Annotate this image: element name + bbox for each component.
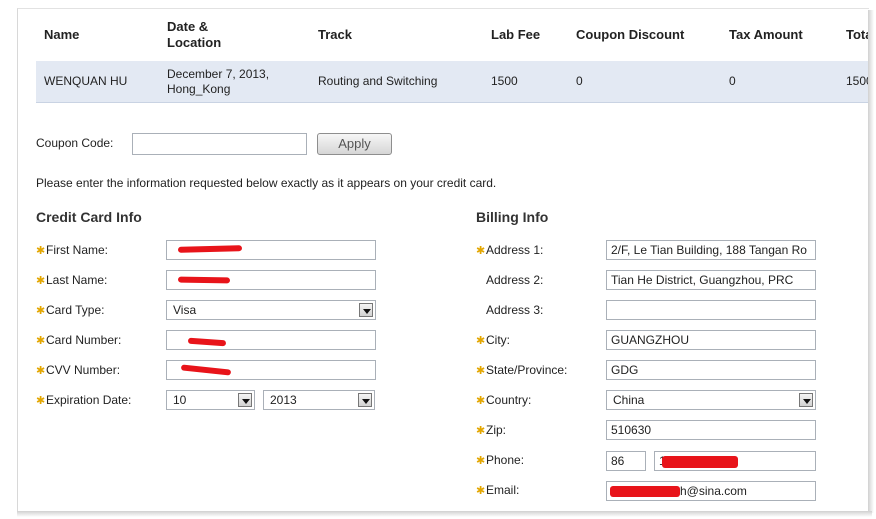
required-star-icon: ✱ bbox=[36, 365, 46, 377]
state-province-input[interactable]: GDG bbox=[606, 360, 816, 380]
dropdown-arrow-icon[interactable] bbox=[359, 303, 373, 317]
phone-label: Phone: bbox=[486, 453, 525, 467]
redaction-mark bbox=[662, 456, 738, 468]
required-star-icon: ✱ bbox=[476, 395, 486, 407]
coupon-code-input[interactable] bbox=[132, 133, 307, 155]
phone-country-code-input[interactable]: 86 bbox=[606, 451, 646, 471]
last-name-label: Last Name: bbox=[46, 273, 108, 287]
city-label: City: bbox=[486, 333, 510, 347]
coupon-code-label: Coupon Code: bbox=[36, 136, 114, 150]
redaction-mark bbox=[610, 486, 680, 497]
address1-label: Address 1: bbox=[486, 243, 544, 257]
country-label: Country: bbox=[486, 393, 532, 407]
zip-input[interactable]: 510630 bbox=[606, 420, 816, 440]
card-type-select[interactable]: Visa bbox=[166, 300, 376, 320]
expiration-month-value: 10 bbox=[173, 393, 187, 407]
header-location: Location bbox=[167, 35, 222, 50]
row-date: December 7, 2013, bbox=[167, 67, 270, 81]
row-name: WENQUAN HU bbox=[44, 74, 128, 88]
row-coupon-discount: 0 bbox=[576, 74, 583, 88]
email-label: Email: bbox=[486, 483, 520, 497]
required-star-icon: ✱ bbox=[476, 455, 486, 467]
required-star-icon: ✱ bbox=[36, 245, 46, 257]
dropdown-arrow-icon[interactable] bbox=[799, 393, 813, 407]
panel-shadow-right bbox=[868, 10, 874, 513]
country-select[interactable]: China bbox=[606, 390, 816, 410]
expiration-month-select[interactable]: 10 bbox=[166, 390, 255, 410]
address1-input[interactable]: 2/F, Le Tian Building, 188 Tangan Ro bbox=[606, 240, 816, 260]
required-star-icon: ✱ bbox=[36, 305, 46, 317]
expiration-year-select[interactable]: 2013 bbox=[263, 390, 375, 410]
header-tax-amount: Tax Amount bbox=[729, 27, 803, 42]
table-row bbox=[36, 61, 868, 103]
required-star-icon: ✱ bbox=[36, 275, 46, 287]
row-location: Hong_Kong bbox=[167, 82, 231, 96]
credit-card-section-title: Credit Card Info bbox=[36, 209, 142, 225]
header-name: Name bbox=[44, 27, 80, 42]
header-total: Total bbox=[846, 27, 868, 42]
state-province-label: State/Province: bbox=[486, 363, 568, 377]
address3-label: Address 3: bbox=[486, 303, 544, 317]
first-name-label: First Name: bbox=[46, 243, 109, 257]
header-track: Track bbox=[318, 27, 352, 42]
required-star-icon: ✱ bbox=[476, 245, 486, 257]
card-number-label: Card Number: bbox=[46, 333, 122, 347]
instructions-text: Please enter the information requested b… bbox=[36, 176, 497, 190]
row-total: 1500 bbox=[846, 74, 868, 88]
required-star-icon: ✱ bbox=[476, 425, 486, 437]
expiration-year-value: 2013 bbox=[270, 393, 297, 407]
required-star-icon: ✱ bbox=[476, 485, 486, 497]
address2-input[interactable]: Tian He District, Guangzhou, PRC bbox=[606, 270, 816, 290]
city-input[interactable]: GUANGZHOU bbox=[606, 330, 816, 350]
required-star-icon: ✱ bbox=[476, 335, 486, 347]
expiration-date-label: Expiration Date: bbox=[46, 393, 132, 407]
cvv-number-label: CVV Number: bbox=[46, 363, 121, 377]
row-lab-fee: 1500 bbox=[491, 74, 518, 88]
required-star-icon: ✱ bbox=[476, 365, 486, 377]
apply-coupon-button[interactable]: Apply bbox=[317, 133, 392, 155]
address2-label: Address 2: bbox=[486, 273, 544, 287]
billing-section-title: Billing Info bbox=[476, 209, 549, 225]
card-type-label: Card Type: bbox=[46, 303, 105, 317]
header-date: Date & bbox=[167, 19, 209, 34]
header-lab-fee: Lab Fee bbox=[491, 27, 541, 42]
country-value: China bbox=[613, 393, 645, 407]
header-coupon-discount: Coupon Discount bbox=[576, 27, 685, 42]
zip-label: Zip: bbox=[486, 423, 507, 437]
row-track: Routing and Switching bbox=[318, 74, 438, 88]
dropdown-arrow-icon[interactable] bbox=[358, 393, 372, 407]
address3-input[interactable] bbox=[606, 300, 816, 320]
required-star-icon: ✱ bbox=[36, 335, 46, 347]
card-type-value: Visa bbox=[173, 303, 197, 317]
panel-shadow-bottom bbox=[17, 511, 872, 517]
redaction-mark bbox=[177, 276, 231, 284]
row-tax-amount: 0 bbox=[729, 74, 736, 88]
required-star-icon: ✱ bbox=[36, 395, 46, 407]
dropdown-arrow-icon[interactable] bbox=[238, 393, 252, 407]
